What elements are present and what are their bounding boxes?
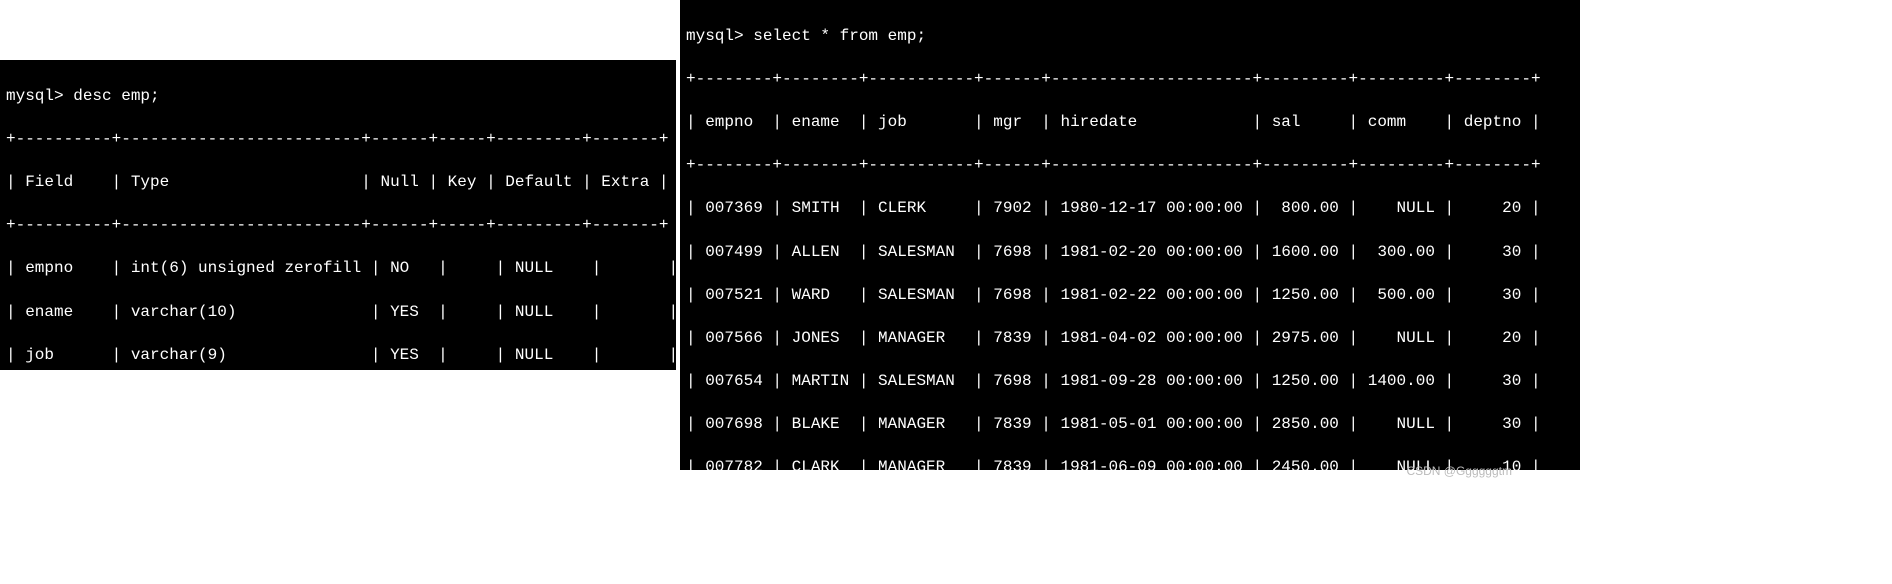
table-row: | 007566 | JONES | MANAGER | 7839 | 1981…	[686, 328, 1574, 350]
table-separator: +----------+-------------------------+--…	[6, 215, 670, 237]
terminal-select-emp: mysql> select * from emp; +--------+----…	[680, 0, 1580, 470]
table-header-row: | Field | Type | Null | Key | Default | …	[6, 172, 670, 194]
table-row: | empno | int(6) unsigned zerofill | NO …	[6, 258, 670, 280]
table-row: | 007698 | BLAKE | MANAGER | 7839 | 1981…	[686, 414, 1574, 436]
mysql-prompt-desc: mysql> desc emp;	[6, 86, 670, 108]
terminal-desc-emp: mysql> desc emp; +----------+-----------…	[0, 60, 676, 370]
watermark-text: CSDN @Ggggggtm	[1406, 463, 1512, 479]
table-separator: +--------+--------+-----------+------+--…	[686, 69, 1574, 91]
table-row: | 007369 | SMITH | CLERK | 7902 | 1980-1…	[686, 198, 1574, 220]
mysql-prompt-select: mysql> select * from emp;	[686, 26, 1574, 48]
table-row: | job | varchar(9) | YES | | NULL | |	[6, 345, 670, 367]
table-separator: +----------+-------------------------+--…	[6, 129, 670, 151]
table-row: | ename | varchar(10) | YES | | NULL | |	[6, 302, 670, 324]
table-row: | 007521 | WARD | SALESMAN | 7698 | 1981…	[686, 285, 1574, 307]
table-row: | 007654 | MARTIN | SALESMAN | 7698 | 19…	[686, 371, 1574, 393]
table-header-row: | empno | ename | job | mgr | hiredate |…	[686, 112, 1574, 134]
table-separator: +--------+--------+-----------+------+--…	[686, 155, 1574, 177]
table-row: | 007499 | ALLEN | SALESMAN | 7698 | 198…	[686, 242, 1574, 264]
